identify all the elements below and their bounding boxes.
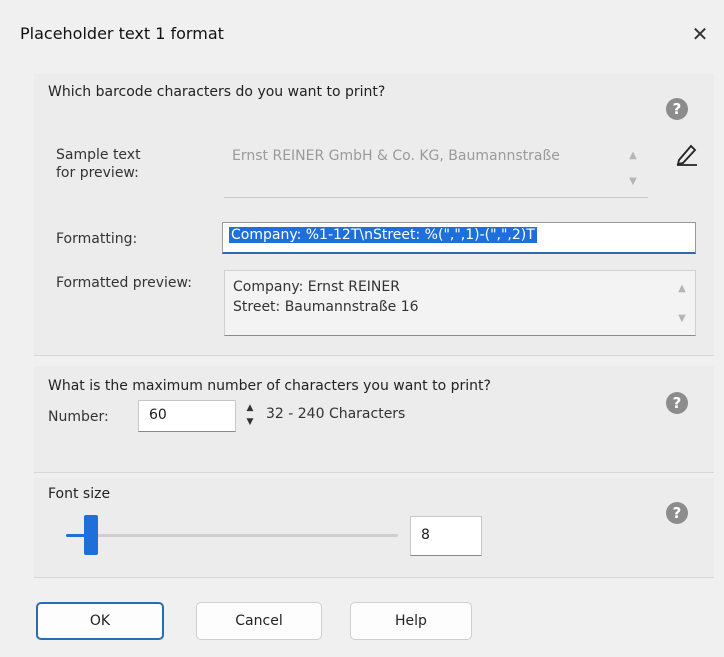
help-icon[interactable]: ? [666, 502, 688, 524]
number-input[interactable]: 60 [138, 400, 236, 432]
section-font-size: Font size ? 8 [34, 478, 714, 578]
number-value: 60 [149, 407, 167, 423]
preview-line: Street: Baumannstraße 16 [233, 299, 419, 315]
formatted-preview-label: Formatted preview: [56, 275, 192, 291]
scroll-down-icon[interactable]: ▼ [675, 313, 689, 325]
formatting-label: Formatting: [56, 231, 138, 247]
section-title-maximum: What is the maximum number of characters… [48, 378, 491, 394]
preview-line: Company: Ernst REINER [233, 279, 400, 295]
dialog-title: Placeholder text 1 format [20, 24, 224, 43]
sample-text-field[interactable]: Ernst REINER GmbH & Co. KG, Baumannstraß… [224, 140, 648, 198]
spin-up-icon[interactable]: ▲ [244, 402, 256, 414]
font-size-slider-track[interactable] [66, 534, 398, 537]
section-title-characters: Which barcode characters do you want to … [48, 84, 386, 100]
section-max-characters: What is the maximum number of characters… [34, 366, 714, 473]
sample-text-value: Ernst REINER GmbH & Co. KG, Baumannstraß… [232, 148, 560, 164]
close-icon[interactable]: ✕ [688, 22, 712, 46]
scroll-up-icon[interactable]: ▲ [626, 150, 640, 162]
scroll-up-icon[interactable]: ▲ [675, 283, 689, 295]
font-size-value: 8 [421, 527, 430, 543]
help-button[interactable]: Help [350, 602, 472, 640]
section-barcode-characters: Which barcode characters do you want to … [34, 74, 714, 356]
title-bar: Placeholder text 1 format ✕ [0, 10, 724, 60]
number-label: Number: [48, 409, 109, 425]
formatting-input[interactable]: Company: %1-12T\nStreet: %(",",1)-(",",2… [222, 222, 696, 254]
number-spinner[interactable]: ▲ ▼ [244, 402, 256, 430]
format-dialog: Placeholder text 1 format ✕ Which barcod… [0, 0, 724, 657]
spin-down-icon[interactable]: ▼ [244, 416, 256, 428]
formatting-value: Company: %1-12T\nStreet: %(",",1)-(",",2… [229, 227, 537, 243]
sample-text-label: Sample text for preview: [56, 147, 141, 181]
character-range: 32 - 240 Characters [266, 406, 406, 422]
section-title-font-size: Font size [48, 486, 111, 502]
help-icon[interactable]: ? [666, 98, 688, 120]
font-size-input[interactable]: 8 [410, 516, 482, 556]
scroll-down-icon[interactable]: ▼ [626, 176, 640, 188]
ok-button[interactable]: OK [36, 602, 164, 640]
formatted-preview-box: Company: Ernst REINER Street: Baumannstr… [224, 270, 696, 336]
edit-pencil-icon[interactable] [674, 140, 700, 166]
font-size-slider-thumb[interactable] [84, 515, 98, 555]
help-icon[interactable]: ? [666, 392, 688, 414]
cancel-button[interactable]: Cancel [196, 602, 322, 640]
